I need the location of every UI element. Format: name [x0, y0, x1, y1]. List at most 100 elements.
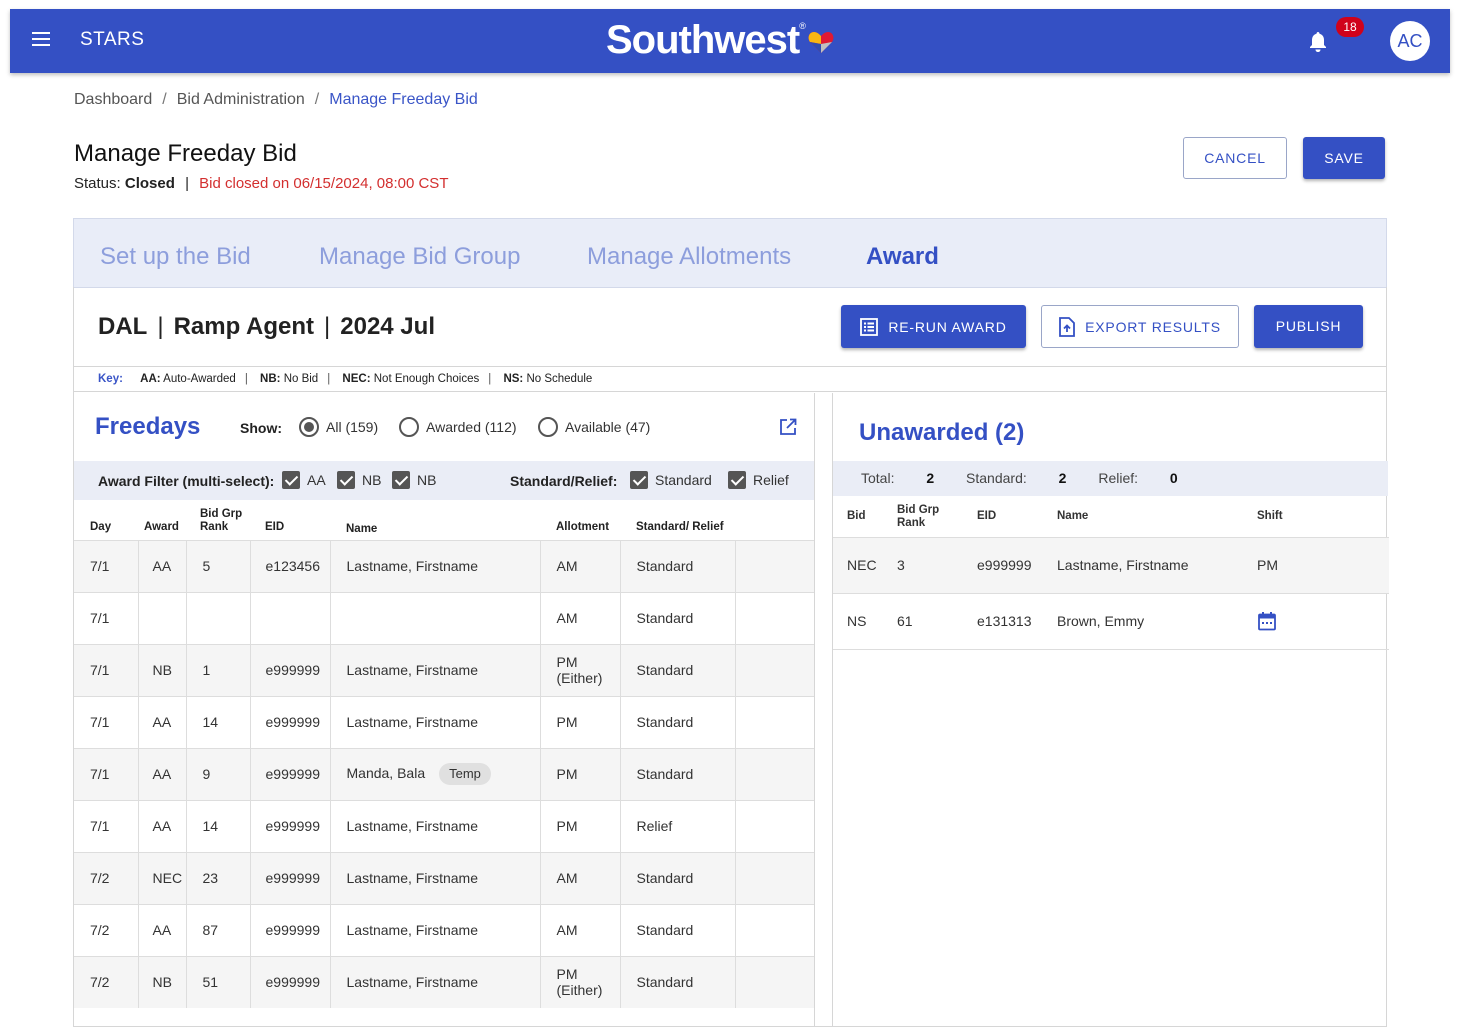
ua-cell-name: Brown, Emmy	[1043, 592, 1243, 650]
ua-col-bid[interactable]: Bid	[833, 497, 883, 537]
table-row[interactable]: 7/2 NEC 23 e999999 Lastname, Firstname AM Stan…	[74, 851, 814, 904]
list-icon	[860, 317, 879, 336]
status-value: Closed	[124, 175, 175, 192]
show-label: Show:	[240, 420, 282, 436]
cell-eid: e999999	[250, 851, 331, 904]
tab-award[interactable]: Award	[866, 243, 939, 271]
key-legend: Key: AA: Auto-Awarded | NB: No Bid | NEC: …	[74, 367, 1386, 392]
freedays-table: Day Award Bid Grp Rank EID Name Allotmen…	[74, 500, 814, 1008]
page-title: Manage Freeday Bid	[74, 140, 297, 167]
open-in-new-icon[interactable]	[779, 418, 797, 436]
user-avatar[interactable]: AC	[1390, 21, 1430, 61]
cell-award: AA	[138, 903, 187, 956]
cell-rank: 51	[186, 955, 251, 1008]
filter-aa-checkbox[interactable]: AA	[282, 471, 326, 489]
cell-award: NEC	[138, 851, 187, 904]
tab-manage-allotments[interactable]: Manage Allotments	[587, 243, 791, 271]
rerun-award-label: RE-RUN AWARD	[888, 318, 1007, 335]
ua-cell-eid: e131313	[963, 592, 1043, 650]
table-row[interactable]: 7/1 AM Standard	[74, 591, 814, 644]
cell-sr: Standard	[620, 695, 736, 748]
unawarded-section: Unawarded (2) Total: 2 Standard: 2 Relie…	[832, 393, 1389, 1027]
cell-award: NB	[138, 955, 187, 1008]
cell-day: 7/1	[74, 799, 139, 852]
cell-award: NB	[138, 643, 187, 696]
app-name: STARS	[80, 29, 145, 50]
cell-award: AA	[138, 747, 187, 800]
col-bid-grp-rank[interactable]: Bid Grp Rank	[186, 500, 250, 540]
show-available-radio[interactable]: Available (47)	[538, 417, 650, 437]
stepper-tabs: Set up the Bid Manage Bid Group Manage A…	[73, 218, 1387, 288]
col-allotment[interactable]: Allotment	[540, 500, 620, 540]
cell-sr: Standard	[620, 539, 736, 592]
table-row[interactable]: 7/2 NB 51 e999999 Lastname, Firstname PM (Eith…	[74, 955, 814, 1008]
cell-allot: PM	[540, 747, 621, 800]
table-row[interactable]: NEC 3 e999999 Lastname, Firstname PM	[833, 536, 1389, 593]
cell-name: Lastname, Firstname	[330, 903, 541, 956]
notification-bell-icon[interactable]	[1308, 31, 1328, 53]
ua-col-name[interactable]: Name	[1043, 497, 1243, 537]
cell-award: AA	[138, 539, 187, 592]
publish-button[interactable]: PUBLISH	[1254, 305, 1363, 348]
context-role: Ramp Agent	[173, 313, 315, 340]
col-name[interactable]: Name	[330, 500, 540, 540]
breadcrumb: Dashboard / Bid Administration / Manage …	[74, 91, 478, 109]
freedays-title: Freedays	[95, 413, 201, 440]
cell-allot: PM (Either)	[540, 643, 621, 696]
cell-sr: Standard	[620, 643, 736, 696]
breadcrumb-bid-administration[interactable]: Bid Administration	[177, 91, 305, 109]
context-station: DAL	[98, 313, 148, 340]
cell-day: 7/1	[74, 643, 139, 696]
table-row[interactable]: 7/1 NB 1 e999999 Lastname, Firstname PM (Eithe…	[74, 643, 814, 696]
col-day[interactable]: Day	[74, 500, 138, 540]
context-bar: DAL | Ramp Agent | 2024 Jul RE-RUN AWARD EXP…	[74, 287, 1386, 367]
filter-relief-checkbox[interactable]: Relief	[728, 471, 789, 489]
cancel-button[interactable]: CANCEL	[1183, 137, 1287, 179]
col-standard-relief[interactable]: Standard/ Relief	[620, 500, 735, 540]
table-row[interactable]: 7/1 AA 14 e999999 Lastname, Firstname PM Stand…	[74, 695, 814, 748]
hamburger-menu-icon[interactable]	[32, 32, 50, 50]
save-button[interactable]: SAVE	[1303, 137, 1385, 179]
table-row[interactable]: 7/1 AA 9 e999999 Manda, Bala Temp PM Standard	[74, 747, 814, 800]
col-award[interactable]: Award	[138, 500, 186, 540]
table-row[interactable]: 7/1 AA 14 e999999 Lastname, Firstname PM Relie…	[74, 799, 814, 852]
filter-nb-checkbox[interactable]: NB	[337, 471, 381, 489]
cell-name: Lastname, Firstname	[330, 851, 541, 904]
cell-eid: e123456	[250, 539, 331, 592]
breadcrumb-dashboard[interactable]: Dashboard	[74, 91, 152, 109]
bid-closed-text: Bid closed on 06/15/2024, 08:00 CST	[199, 175, 449, 192]
table-row[interactable]: NS 61 e131313 Brown, Emmy	[833, 592, 1389, 650]
filter-nb-2-checkbox[interactable]: NB	[392, 471, 436, 489]
app-bar: STARS Southwest ® 18 AC	[10, 9, 1450, 73]
rerun-award-button[interactable]: RE-RUN AWARD	[841, 305, 1026, 348]
calendar-icon[interactable]	[1257, 611, 1277, 631]
tab-set-up-the-bid[interactable]: Set up the Bid	[100, 243, 251, 271]
cell-day: 7/1	[74, 747, 139, 800]
cell-allot: AM	[540, 539, 621, 592]
ua-col-eid[interactable]: EID	[963, 497, 1043, 537]
cell-day: 7/2	[74, 851, 139, 904]
cell-allot: AM	[540, 903, 621, 956]
cell-sr: Standard	[620, 903, 736, 956]
cell-eid: e999999	[250, 799, 331, 852]
filter-standard-checkbox[interactable]: Standard	[630, 471, 712, 489]
southwest-logo: Southwest ®	[606, 18, 834, 62]
table-row[interactable]: 7/2 AA 87 e999999 Lastname, Firstname AM Stand…	[74, 903, 814, 956]
col-eid[interactable]: EID	[250, 500, 330, 540]
cell-day: 7/1	[74, 591, 139, 644]
export-results-button[interactable]: EXPORT RESULTS	[1041, 305, 1239, 348]
ua-cell-bid: NS	[833, 592, 883, 650]
cell-sr: Standard	[620, 747, 736, 800]
cell-allot: PM (Either)	[540, 955, 621, 1008]
cell-allot: AM	[540, 851, 621, 904]
ua-col-shift[interactable]: Shift	[1243, 497, 1389, 537]
export-results-label: EXPORT RESULTS	[1085, 318, 1221, 335]
tab-manage-bid-group[interactable]: Manage Bid Group	[319, 243, 520, 271]
cell-sr: Standard	[620, 955, 736, 1008]
show-awarded-radio[interactable]: Awarded (112)	[399, 417, 517, 437]
ua-col-bid-grp-rank[interactable]: Bid Grp Rank	[883, 497, 963, 537]
show-all-radio[interactable]: All (159)	[299, 417, 378, 437]
unawarded-table: Bid Bid Grp Rank EID Name Shift NEC 3 e999…	[833, 497, 1389, 650]
table-row[interactable]: 7/1 AA 5 e123456 Lastname, Firstname AM Standa…	[74, 539, 814, 592]
standard-relief-label: Standard/Relief:	[510, 473, 618, 489]
